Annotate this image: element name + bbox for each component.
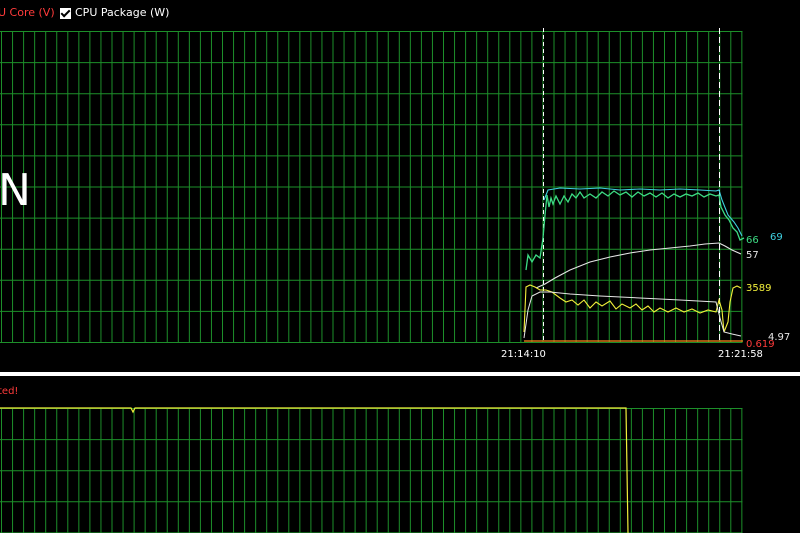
lower-graph-grid (0, 408, 743, 533)
warning-text: ted! (0, 386, 19, 397)
time-label-start: 21:14:10 (501, 349, 546, 360)
value-label-green: 66 (746, 235, 759, 246)
value-label-white: 57 (746, 250, 759, 261)
sensor-graph-canvas: N 69 66 57 3589 4.97 0.619 21:14:10 21:2… (0, 28, 790, 533)
series-green-line (525, 190, 745, 271)
time-label-end: 21:21:58 (718, 349, 763, 360)
overlay-character: N (0, 165, 31, 216)
upper-graph-grid (0, 31, 743, 343)
value-label-cyan: 69 (770, 232, 783, 243)
value-label-yellow: 3589 (746, 283, 771, 294)
panel-separator (0, 372, 800, 376)
series-white-line (535, 242, 742, 289)
